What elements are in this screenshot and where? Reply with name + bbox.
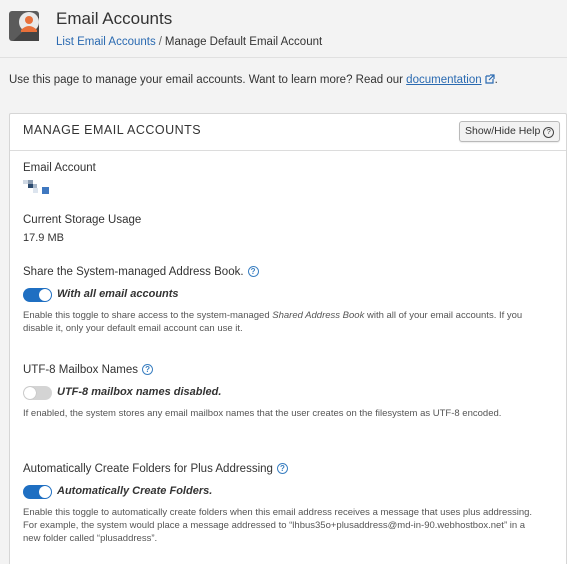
utf8-mailbox-label: UTF-8 Mailbox Names?	[23, 364, 154, 376]
address-book-desc-italic: Shared Address Book	[272, 310, 365, 321]
storage-usage-label: Current Storage Usage	[23, 214, 142, 226]
plus-addressing-toggle[interactable]	[23, 485, 52, 499]
utf8-help-icon[interactable]: ?	[142, 364, 154, 375]
intro-suffix: .	[494, 74, 498, 86]
address-book-label: Share the System-managed Address Book.?	[23, 266, 259, 278]
page: Email Accounts List Email Accounts / Manag…	[0, 0, 567, 564]
breadcrumb-current: Manage Default Email Account	[164, 36, 323, 48]
utf8-description: If enabled, the system stores any email …	[23, 408, 502, 419]
utf8-mailbox-label-text: UTF-8 Mailbox Names	[23, 364, 139, 376]
toggle-knob	[39, 289, 51, 301]
address-book-desc-prefix: Enable this toggle to share access to th…	[23, 310, 273, 321]
plus-addressing-label-text: Automatically Create Folders for Plus Ad…	[23, 463, 273, 475]
panel-title: MANAGE EMAIL ACCOUNTS	[23, 123, 202, 137]
show-hide-help-button[interactable]: Show/Hide Help?	[459, 121, 561, 142]
manage-email-accounts-panel: MANAGE EMAIL ACCOUNTS Show/Hide Help? Em…	[9, 113, 567, 564]
plus-addressing-label: Automatically Create Folders for Plus Ad…	[23, 463, 288, 475]
address-book-help-icon[interactable]: ?	[247, 266, 259, 277]
plus-addressing-toggle-label: Automatically Create Folders.	[57, 485, 213, 497]
storage-usage-value: 17.9 MB	[23, 232, 64, 244]
toggle-knob	[39, 486, 51, 498]
breadcrumb-list-email-accounts-link[interactable]: List Email Accounts	[56, 36, 156, 48]
email-account-label: Email Account	[23, 162, 96, 174]
external-link-icon[interactable]	[485, 74, 495, 87]
plus-addressing-help-icon[interactable]: ?	[276, 463, 288, 474]
intro-text: Use this page to manage your email accou…	[9, 74, 498, 87]
address-book-toggle-label: With all email accounts	[57, 288, 179, 300]
address-book-description: Enable this toggle to share access to th…	[23, 309, 545, 335]
utf8-toggle[interactable]	[23, 386, 52, 400]
breadcrumb: List Email Accounts / Manage Default Email…	[56, 36, 322, 48]
address-book-label-text: Share the System-managed Address Book.	[23, 266, 244, 278]
page-title: Email Accounts	[56, 9, 173, 28]
help-question-icon: ?	[543, 127, 555, 138]
panel-header: MANAGE EMAIL ACCOUNTS Show/Hide Help?	[10, 114, 566, 151]
breadcrumb-separator: /	[158, 36, 162, 48]
page-header: Email Accounts List Email Accounts / Manag…	[0, 0, 567, 58]
show-hide-help-label: Show/Hide Help	[465, 125, 541, 137]
utf8-toggle-label: UTF-8 mailbox names disabled.	[57, 386, 222, 398]
email-accounts-app-icon	[9, 8, 45, 46]
email-account-masked-value	[23, 180, 53, 196]
documentation-link[interactable]: documentation	[406, 74, 481, 86]
address-book-toggle[interactable]	[23, 288, 52, 302]
intro-sentence: Use this page to manage your email accou…	[9, 74, 407, 86]
plus-addressing-description: Enable this toggle to automatically crea…	[23, 507, 533, 544]
toggle-knob	[24, 387, 36, 399]
